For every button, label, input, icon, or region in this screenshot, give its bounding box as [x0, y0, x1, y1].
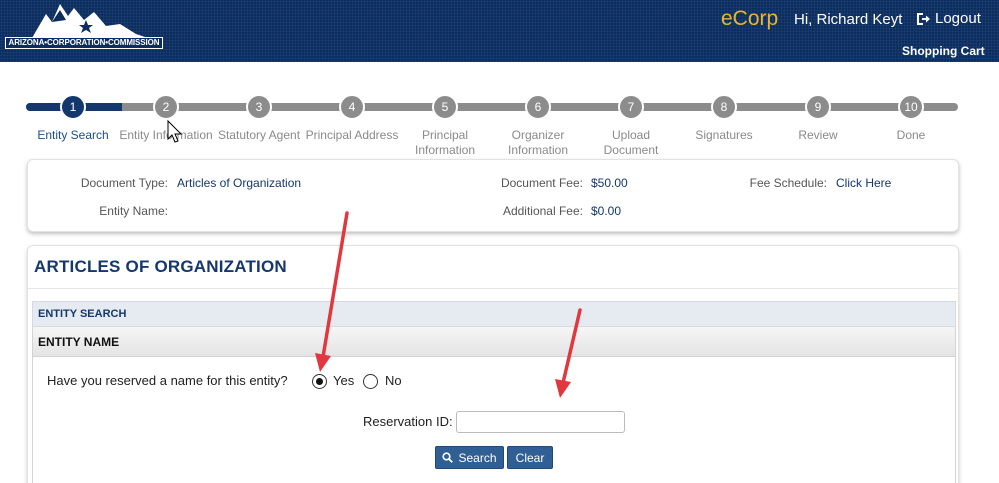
- no-radio-label[interactable]: No: [385, 373, 402, 388]
- page-title: ARTICLES OF ORGANIZATION: [34, 257, 287, 276]
- search-button[interactable]: Search: [435, 446, 504, 469]
- step-label: Done: [896, 128, 926, 142]
- step-10[interactable]: 10 Done: [864, 94, 958, 143]
- step-5[interactable]: 5 Principal Information: [398, 94, 492, 158]
- step-label: Entity Search: [37, 128, 109, 142]
- yes-radio-label[interactable]: Yes: [333, 373, 354, 388]
- step-number: 5: [432, 94, 458, 120]
- step-number: 8: [711, 94, 737, 120]
- entity-name-form: Have you reserved a name for this entity…: [32, 357, 956, 483]
- reservation-id-label: Reservation ID:: [363, 414, 453, 429]
- shopping-cart-link[interactable]: Shopping Cart: [902, 44, 985, 58]
- document-fee-label: Document Fee:: [500, 176, 583, 190]
- user-greeting: Hi, Richard Keyt: [794, 11, 903, 28]
- step-1[interactable]: 1 Entity Search: [26, 94, 120, 143]
- logo-text: ARIZONA•CORPORATION•COMMISSION: [5, 37, 163, 49]
- step-number: 9: [805, 94, 831, 120]
- additional-fee-value: $0.00: [591, 204, 622, 218]
- step-label: Principal Address: [305, 128, 399, 142]
- logout-icon: [917, 12, 930, 25]
- clear-button[interactable]: Clear: [507, 446, 553, 469]
- step-8[interactable]: 8 Signatures: [677, 94, 771, 143]
- step-6[interactable]: 6 Organizer Information: [491, 94, 585, 158]
- step-4[interactable]: 4 Principal Address: [305, 94, 399, 143]
- step-label: Signatures: [695, 128, 753, 142]
- reservation-id-input[interactable]: [456, 411, 625, 433]
- step-label: Review: [798, 128, 838, 142]
- mountain-logo-icon: [32, 4, 148, 38]
- section-heading: ENTITY SEARCH: [38, 308, 127, 320]
- step-9[interactable]: 9 Review: [771, 94, 865, 143]
- articles-panel: ARTICLES OF ORGANIZATION ENTITY SEARCH E…: [27, 245, 959, 483]
- step-label: Principal Information: [414, 128, 476, 157]
- document-summary: Document Type: Articles of Organization …: [27, 159, 959, 232]
- step-2[interactable]: 2 Entity Information: [119, 94, 213, 143]
- entity-search-section: ENTITY SEARCH: [32, 301, 956, 327]
- step-label: Organizer Information: [507, 128, 569, 157]
- reserved-name-question: Have you reserved a name for this entity…: [47, 373, 288, 388]
- step-number: 7: [618, 94, 644, 120]
- step-7[interactable]: 7 Upload Document: [584, 94, 678, 158]
- entity-name-label: Entity Name:: [99, 204, 168, 218]
- document-type-label: Document Type:: [80, 176, 168, 190]
- entity-name-subsection: ENTITY NAME: [32, 327, 956, 357]
- yes-radio[interactable]: [312, 374, 327, 389]
- step-number: 2: [153, 94, 179, 120]
- logout-button[interactable]: Logout: [915, 10, 981, 27]
- app-header: ARIZONA•CORPORATION•COMMISSION eCorp Hi,…: [0, 0, 999, 62]
- subsection-heading: ENTITY NAME: [38, 335, 120, 349]
- clear-button-label: Clear: [515, 450, 545, 465]
- document-fee-value: $50.00: [591, 176, 628, 190]
- step-number: 4: [339, 94, 365, 120]
- fee-schedule-link[interactable]: Click Here: [836, 176, 891, 190]
- ecorp-brand: eCorp: [721, 7, 779, 30]
- step-number: 3: [246, 94, 272, 120]
- step-number: 1: [60, 94, 86, 120]
- no-radio[interactable]: [363, 374, 378, 389]
- fee-schedule-label: Fee Schedule:: [749, 176, 827, 190]
- acc-logo[interactable]: ARIZONA•CORPORATION•COMMISSION: [2, 0, 164, 50]
- step-label: Upload Document: [603, 128, 659, 157]
- document-type-value: Articles of Organization: [177, 176, 302, 190]
- search-button-label: Search: [458, 450, 497, 465]
- title-divider: [28, 288, 958, 289]
- additional-fee-label: Additional Fee:: [502, 204, 583, 218]
- step-3[interactable]: 3 Statutory Agent: [212, 94, 306, 143]
- step-label: Statutory Agent: [217, 128, 301, 142]
- step-number: 6: [525, 94, 551, 120]
- logout-label: Logout: [935, 10, 981, 27]
- step-number: 10: [898, 94, 924, 120]
- step-label: Entity Information: [119, 128, 213, 142]
- search-icon: [442, 452, 454, 463]
